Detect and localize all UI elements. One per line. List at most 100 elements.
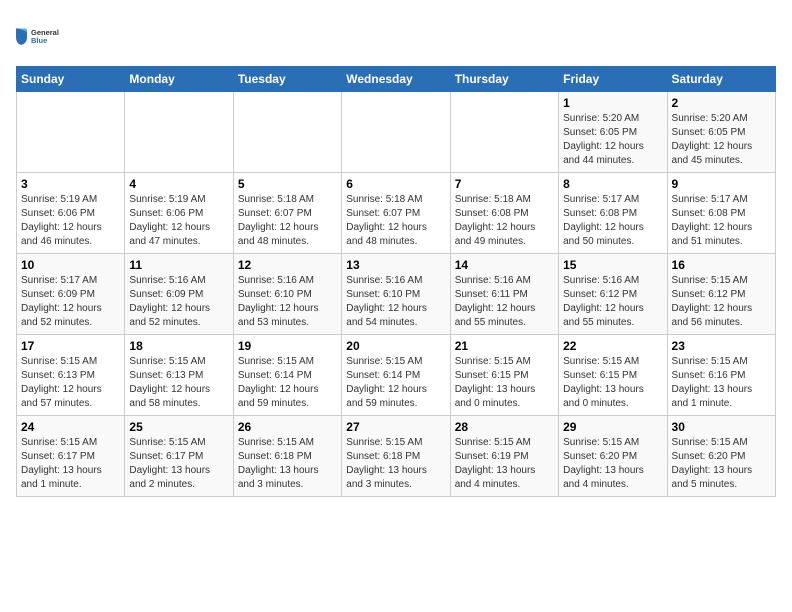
day-cell: 30 Sunrise: 5:15 AM Sunset: 6:20 PM Dayli… [667, 416, 775, 497]
day-number: 29 [563, 420, 662, 434]
day-number: 24 [21, 420, 120, 434]
week-row-4: 17 Sunrise: 5:15 AM Sunset: 6:13 PM Dayli… [17, 335, 776, 416]
calendar-table: SundayMondayTuesdayWednesdayThursdayFrid… [16, 66, 776, 497]
day-cell: 13 Sunrise: 5:16 AM Sunset: 6:10 PM Dayli… [342, 254, 450, 335]
calendar-header: SundayMondayTuesdayWednesdayThursdayFrid… [17, 67, 776, 92]
day-number: 3 [21, 177, 120, 191]
day-info: Sunrise: 5:15 AM Sunset: 6:12 PM Dayligh… [672, 274, 771, 330]
day-number: 12 [238, 258, 337, 272]
day-number: 10 [21, 258, 120, 272]
day-number: 14 [455, 258, 554, 272]
header-row: SundayMondayTuesdayWednesdayThursdayFrid… [17, 67, 776, 92]
day-cell: 20 Sunrise: 5:15 AM Sunset: 6:14 PM Dayli… [342, 335, 450, 416]
day-cell: 2 Sunrise: 5:20 AM Sunset: 6:05 PM Daylig… [667, 92, 775, 173]
day-cell: 14 Sunrise: 5:16 AM Sunset: 6:11 PM Dayli… [450, 254, 558, 335]
day-number: 30 [672, 420, 771, 434]
day-info: Sunrise: 5:15 AM Sunset: 6:16 PM Dayligh… [672, 355, 771, 411]
day-number: 6 [346, 177, 445, 191]
day-cell: 8Sunrise: 5:17 AM Sunset: 6:08 PM Daylig… [559, 173, 667, 254]
day-number: 2 [672, 96, 771, 110]
day-cell: 23 Sunrise: 5:15 AM Sunset: 6:16 PM Dayli… [667, 335, 775, 416]
day-number: 28 [455, 420, 554, 434]
day-number: 25 [129, 420, 228, 434]
day-cell: 12 Sunrise: 5:16 AM Sunset: 6:10 PM Dayli… [233, 254, 341, 335]
day-info: Sunrise: 5:15 AM Sunset: 6:17 PM Dayligh… [21, 436, 120, 492]
day-info: Sunrise: 5:15 AM Sunset: 6:14 PM Dayligh… [238, 355, 337, 411]
day-info: Sunrise: 5:16 AM Sunset: 6:11 PM Dayligh… [455, 274, 554, 330]
day-info: Sunrise: 5:17 AM Sunset: 6:08 PM Dayligh… [672, 193, 771, 249]
day-info: Sunrise: 5:15 AM Sunset: 6:20 PM Dayligh… [672, 436, 771, 492]
day-number: 11 [129, 258, 228, 272]
day-cell: 10 Sunrise: 5:17 AM Sunset: 6:09 PM Dayli… [17, 254, 125, 335]
day-cell: 19 Sunrise: 5:15 AM Sunset: 6:14 PM Dayli… [233, 335, 341, 416]
day-number: 20 [346, 339, 445, 353]
day-info: Sunrise: 5:20 AM Sunset: 6:05 PM Dayligh… [563, 112, 662, 168]
day-number: 15 [563, 258, 662, 272]
header-day-wednesday: Wednesday [342, 67, 450, 92]
logo: General Blue [16, 16, 66, 56]
day-cell: 3 Sunrise: 5:19 AM Sunset: 6:06 PM Daylig… [17, 173, 125, 254]
day-cell: 6 Sunrise: 5:18 AM Sunset: 6:07 PM Daylig… [342, 173, 450, 254]
day-cell: 17 Sunrise: 5:15 AM Sunset: 6:13 PM Dayli… [17, 335, 125, 416]
week-row-3: 10 Sunrise: 5:17 AM Sunset: 6:09 PM Dayli… [17, 254, 776, 335]
day-number: 4 [129, 177, 228, 191]
day-number: 21 [455, 339, 554, 353]
day-info: Sunrise: 5:18 AM Sunset: 6:07 PM Dayligh… [346, 193, 445, 249]
day-info: Sunrise: 5:16 AM Sunset: 6:12 PM Dayligh… [563, 274, 662, 330]
day-number: 18 [129, 339, 228, 353]
day-number: 13 [346, 258, 445, 272]
day-cell: 9 Sunrise: 5:17 AM Sunset: 6:08 PM Daylig… [667, 173, 775, 254]
day-cell [233, 92, 341, 173]
svg-text:Blue: Blue [31, 36, 47, 45]
day-info: Sunrise: 5:16 AM Sunset: 6:10 PM Dayligh… [238, 274, 337, 330]
header-day-sunday: Sunday [17, 67, 125, 92]
calendar-body: 1Sunrise: 5:20 AM Sunset: 6:05 PM Daylig… [17, 92, 776, 497]
day-cell: 25 Sunrise: 5:15 AM Sunset: 6:17 PM Dayli… [125, 416, 233, 497]
day-number: 17 [21, 339, 120, 353]
day-number: 26 [238, 420, 337, 434]
day-cell: 22Sunrise: 5:15 AM Sunset: 6:15 PM Dayli… [559, 335, 667, 416]
header: General Blue [16, 16, 776, 56]
day-info: Sunrise: 5:15 AM Sunset: 6:14 PM Dayligh… [346, 355, 445, 411]
week-row-2: 3 Sunrise: 5:19 AM Sunset: 6:06 PM Daylig… [17, 173, 776, 254]
day-info: Sunrise: 5:15 AM Sunset: 6:13 PM Dayligh… [21, 355, 120, 411]
day-cell: 15 Sunrise: 5:16 AM Sunset: 6:12 PM Dayli… [559, 254, 667, 335]
day-cell [342, 92, 450, 173]
header-day-thursday: Thursday [450, 67, 558, 92]
header-day-friday: Friday [559, 67, 667, 92]
week-row-5: 24 Sunrise: 5:15 AM Sunset: 6:17 PM Dayli… [17, 416, 776, 497]
day-cell: 29 Sunrise: 5:15 AM Sunset: 6:20 PM Dayli… [559, 416, 667, 497]
day-info: Sunrise: 5:15 AM Sunset: 6:15 PM Dayligh… [455, 355, 554, 411]
header-day-tuesday: Tuesday [233, 67, 341, 92]
day-info: Sunrise: 5:15 AM Sunset: 6:20 PM Dayligh… [563, 436, 662, 492]
day-cell: 1Sunrise: 5:20 AM Sunset: 6:05 PM Daylig… [559, 92, 667, 173]
day-cell: 21 Sunrise: 5:15 AM Sunset: 6:15 PM Dayli… [450, 335, 558, 416]
day-cell: 5Sunrise: 5:18 AM Sunset: 6:07 PM Daylig… [233, 173, 341, 254]
day-number: 27 [346, 420, 445, 434]
header-day-monday: Monday [125, 67, 233, 92]
day-cell [450, 92, 558, 173]
day-number: 7 [455, 177, 554, 191]
day-cell: 27Sunrise: 5:15 AM Sunset: 6:18 PM Dayli… [342, 416, 450, 497]
day-info: Sunrise: 5:15 AM Sunset: 6:19 PM Dayligh… [455, 436, 554, 492]
day-cell [125, 92, 233, 173]
day-info: Sunrise: 5:19 AM Sunset: 6:06 PM Dayligh… [21, 193, 120, 249]
day-cell: 28 Sunrise: 5:15 AM Sunset: 6:19 PM Dayli… [450, 416, 558, 497]
day-info: Sunrise: 5:16 AM Sunset: 6:10 PM Dayligh… [346, 274, 445, 330]
day-number: 19 [238, 339, 337, 353]
day-number: 22 [563, 339, 662, 353]
day-cell: 4 Sunrise: 5:19 AM Sunset: 6:06 PM Daylig… [125, 173, 233, 254]
day-info: Sunrise: 5:19 AM Sunset: 6:06 PM Dayligh… [129, 193, 228, 249]
day-info: Sunrise: 5:17 AM Sunset: 6:09 PM Dayligh… [21, 274, 120, 330]
day-number: 9 [672, 177, 771, 191]
day-info: Sunrise: 5:15 AM Sunset: 6:13 PM Dayligh… [129, 355, 228, 411]
day-cell [17, 92, 125, 173]
day-info: Sunrise: 5:15 AM Sunset: 6:17 PM Dayligh… [129, 436, 228, 492]
day-cell: 7Sunrise: 5:18 AM Sunset: 6:08 PM Daylig… [450, 173, 558, 254]
day-number: 23 [672, 339, 771, 353]
day-info: Sunrise: 5:20 AM Sunset: 6:05 PM Dayligh… [672, 112, 771, 168]
logo-svg: General Blue [16, 16, 66, 56]
day-info: Sunrise: 5:18 AM Sunset: 6:07 PM Dayligh… [238, 193, 337, 249]
day-number: 8 [563, 177, 662, 191]
header-day-saturday: Saturday [667, 67, 775, 92]
